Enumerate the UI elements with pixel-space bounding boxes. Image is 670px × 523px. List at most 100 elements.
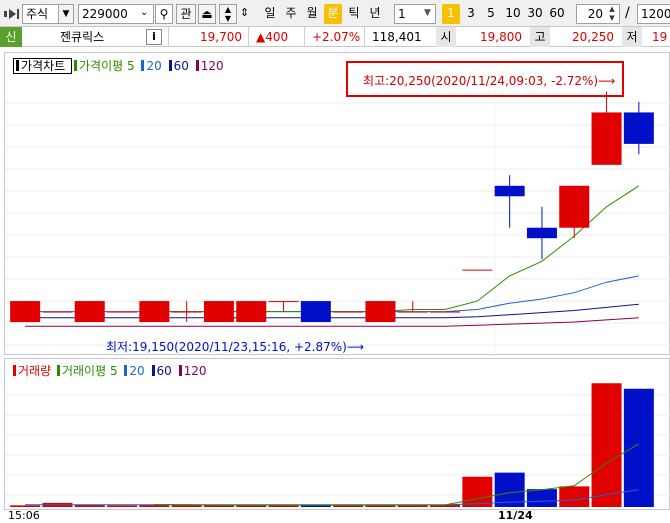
period-month[interactable]: 월 xyxy=(303,4,321,24)
updown-button[interactable]: ▲ ▼ xyxy=(219,4,237,24)
minute-60[interactable]: 60 xyxy=(546,4,568,24)
volume-bar xyxy=(591,383,622,507)
total-value: 1200 xyxy=(641,7,670,21)
legend-vol-ma60: 60 xyxy=(151,364,176,378)
candle-body xyxy=(236,301,267,323)
candle-body xyxy=(42,311,73,313)
margin-badge: 신 xyxy=(0,27,22,47)
eject-icon: ⏏ xyxy=(201,7,213,21)
volume-bar xyxy=(623,388,654,507)
time-axis-date: 11/24 xyxy=(498,509,533,522)
count-spinner[interactable]: ▲ ▼ xyxy=(605,5,619,23)
quote-bar: 신 젠큐릭스 i 19,700 ▲400 +2.07% 118,401 시 19… xyxy=(0,27,670,47)
ma60-line xyxy=(25,303,639,319)
legend-vol-ma20: 20 xyxy=(124,364,148,378)
open-price: 19,800 xyxy=(480,30,522,44)
candle-body xyxy=(107,311,138,313)
minute-3[interactable]: 3 xyxy=(462,4,480,24)
candle-body xyxy=(430,311,461,313)
up-down-icon: ▲ ▼ xyxy=(224,5,232,23)
high-label: 고 xyxy=(530,27,550,47)
volume-legend: 거래량 거래이평 5 20 60 120 xyxy=(13,362,207,379)
candle-body xyxy=(623,112,654,144)
candle-body xyxy=(139,301,170,323)
legend-vol-ma-label: 거래이평 5 xyxy=(56,364,121,378)
time-axis: 15:06 11/24 xyxy=(0,509,670,523)
legend-ma120: 120 xyxy=(195,59,224,73)
share-arrow-icon[interactable] xyxy=(4,7,20,24)
price-chart xyxy=(5,75,670,356)
expand-icon[interactable]: ⇕ xyxy=(240,6,249,19)
candle-body xyxy=(203,301,234,323)
candle-body xyxy=(268,301,299,303)
margin-badge-label: 신 xyxy=(5,30,17,44)
eject-button[interactable]: ⏏ xyxy=(198,4,216,24)
legend-ma20: 20 xyxy=(141,59,165,73)
price-change: ▲400 xyxy=(256,30,289,44)
chevron-down-icon[interactable]: ▼ xyxy=(424,8,431,18)
low-label: 저 xyxy=(622,27,642,47)
search-icon: ⚲ xyxy=(159,7,169,21)
candle-body xyxy=(74,301,105,323)
market-dropdown-button[interactable]: ▼ xyxy=(58,4,74,24)
interval-value: 1 xyxy=(398,7,406,21)
count-value: 20 xyxy=(587,7,603,21)
candle-body xyxy=(494,185,525,197)
volume-bar xyxy=(559,486,590,507)
candle-body xyxy=(397,311,428,313)
search-button[interactable]: ⚲ xyxy=(155,4,173,24)
volume-chart xyxy=(5,383,670,507)
minute-10[interactable]: 10 xyxy=(502,4,524,24)
volume-bar xyxy=(10,505,41,507)
count-divider: / xyxy=(625,5,630,21)
volume-bar xyxy=(526,489,557,507)
period-week[interactable]: 주 xyxy=(282,4,300,24)
candle-body xyxy=(365,301,396,323)
minute-1[interactable]: 1 xyxy=(442,4,460,24)
volume-bar xyxy=(107,505,138,507)
market-select-value: 주식 xyxy=(26,7,49,21)
price-chart-title[interactable]: 가격차트 xyxy=(13,58,72,74)
volume-bar xyxy=(139,505,170,507)
toolbar: 주식 ▼ 229000 ⌄ ⚲ 관 ⏏ ▲ ▼ ⇕ 일 주 월 분 틱 년 1 ▼… xyxy=(0,0,670,27)
volume-total: 118,401 xyxy=(372,30,422,44)
current-price: 19,700 xyxy=(200,30,242,44)
high-price: 20,250 xyxy=(572,30,614,44)
period-day[interactable]: 일 xyxy=(261,4,279,24)
candle-body xyxy=(171,311,202,313)
high-annotation: 최고:20,250(2020/11/24,09:03, -2.72%)⟶ xyxy=(363,74,616,88)
gwan-button[interactable]: 관 xyxy=(176,4,196,24)
minute-5[interactable]: 5 xyxy=(482,4,500,24)
info-icon: i xyxy=(152,30,156,43)
candle-body xyxy=(591,112,622,165)
candle-body xyxy=(462,269,493,271)
ma20-line xyxy=(25,275,639,313)
volume-bar xyxy=(171,505,202,507)
low-annotation: 최저:19,150(2020/11/23,15:16, +2.87%)⟶ xyxy=(106,340,365,354)
minute-30[interactable]: 30 xyxy=(524,4,546,24)
period-year[interactable]: 년 xyxy=(366,4,384,24)
volume-chart-title[interactable]: 거래량 xyxy=(13,364,55,378)
stock-code-value: 229000 xyxy=(82,7,128,21)
stock-name: 젠큐릭스 xyxy=(60,30,105,44)
volume-chart-panel[interactable]: 거래량 거래이평 5 20 60 120 xyxy=(4,358,670,510)
time-axis-start: 15:06 xyxy=(8,509,40,522)
chevron-down-icon[interactable]: ⌄ xyxy=(140,7,148,18)
change-percent: +2.07% xyxy=(312,30,361,44)
period-tick[interactable]: 틱 xyxy=(345,4,363,24)
candle-body xyxy=(10,301,41,323)
gwan-label: 관 xyxy=(180,7,192,21)
ma120-line xyxy=(25,317,639,327)
info-button[interactable]: i xyxy=(146,29,162,45)
candle-body xyxy=(300,301,331,323)
chevron-down-icon: ▼ xyxy=(62,9,70,19)
low-price: 19 xyxy=(652,30,668,44)
price-legend: 가격차트 가격이평 5 20 60 120 xyxy=(13,57,224,74)
legend-vol-ma120: 120 xyxy=(178,364,207,378)
period-minute[interactable]: 분 xyxy=(324,4,342,24)
candle-body xyxy=(333,311,364,313)
total-input[interactable]: 1200 xyxy=(637,4,670,24)
open-label: 시 xyxy=(436,27,456,47)
price-chart-panel[interactable]: 가격차트 가격이평 5 20 60 120 최고:20,250(2020/11/… xyxy=(4,52,670,356)
candle-body xyxy=(526,227,557,239)
